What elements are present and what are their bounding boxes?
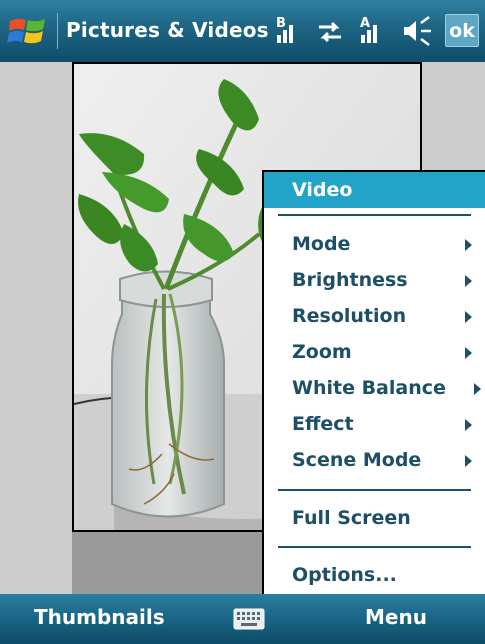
menu-item-label: Effect bbox=[292, 413, 354, 435]
menu-item-zoom[interactable]: Zoom bbox=[264, 334, 485, 370]
app-title: Pictures & Videos bbox=[66, 18, 269, 42]
submenu-arrow-icon bbox=[474, 383, 481, 395]
windows-start-icon[interactable] bbox=[7, 11, 49, 51]
sync-arrows-icon[interactable] bbox=[316, 13, 344, 49]
menu-item-white-balance[interactable]: White Balance bbox=[264, 370, 485, 406]
menu-item-brightness[interactable]: Brightness bbox=[264, 262, 485, 298]
ok-button[interactable]: ok bbox=[445, 14, 479, 47]
signal-badge-b: B bbox=[276, 16, 286, 31]
thumbnails-softkey[interactable]: Thumbnails bbox=[34, 605, 165, 629]
submenu-arrow-icon bbox=[465, 239, 472, 251]
menu-item-options[interactable]: Options... bbox=[264, 557, 485, 593]
title-separator bbox=[57, 13, 58, 49]
context-menu: Video Mode Brightness Resolution Zoom Wh… bbox=[262, 170, 485, 594]
menu-item-label: Scene Mode bbox=[292, 449, 422, 471]
submenu-arrow-icon bbox=[465, 311, 472, 323]
menu-item-label: Zoom bbox=[292, 341, 352, 363]
signal-strength-icon[interactable]: A bbox=[359, 13, 389, 49]
menu-item-label: Resolution bbox=[292, 305, 407, 327]
menu-item-label: White Balance bbox=[292, 377, 446, 399]
menu-item-full-screen[interactable]: Full Screen bbox=[264, 500, 485, 536]
signal-badge-a: A bbox=[360, 16, 370, 31]
volume-icon[interactable] bbox=[401, 13, 435, 49]
softkey-bar: Thumbnails Menu bbox=[0, 594, 485, 644]
title-bar: Pictures & Videos B A ok bbox=[0, 0, 485, 62]
bluetooth-signal-icon[interactable]: B bbox=[275, 13, 305, 49]
menu-item-scene-mode[interactable]: Scene Mode bbox=[264, 442, 485, 478]
menu-item-resolution[interactable]: Resolution bbox=[264, 298, 485, 334]
menu-separator bbox=[278, 489, 471, 491]
submenu-arrow-icon bbox=[465, 275, 472, 287]
left-margin bbox=[0, 62, 72, 594]
menu-item-effect[interactable]: Effect bbox=[264, 406, 485, 442]
submenu-arrow-icon bbox=[465, 419, 472, 431]
menu-item-label: Mode bbox=[292, 233, 351, 255]
menu-separator bbox=[278, 546, 471, 548]
keyboard-icon[interactable] bbox=[233, 608, 265, 630]
menu-separator bbox=[278, 214, 471, 216]
submenu-arrow-icon bbox=[465, 347, 472, 359]
menu-softkey[interactable]: Menu bbox=[365, 605, 427, 629]
menu-item-video[interactable]: Video bbox=[264, 172, 485, 208]
menu-item-mode[interactable]: Mode bbox=[264, 226, 485, 262]
menu-item-label: Brightness bbox=[292, 269, 408, 291]
submenu-arrow-icon bbox=[465, 455, 472, 467]
